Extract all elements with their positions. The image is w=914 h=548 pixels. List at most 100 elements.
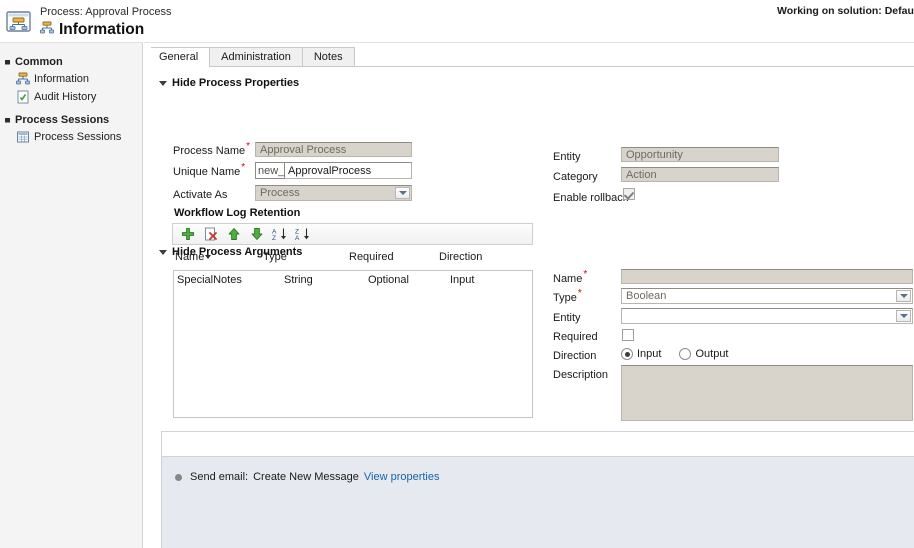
tab-administration[interactable]: Administration (209, 47, 303, 66)
workflow-step-row[interactable]: Send email: Create New Message View prop… (162, 469, 914, 485)
svg-text:A: A (295, 235, 300, 241)
argument-description-textarea[interactable] (621, 365, 913, 421)
move-up-button[interactable] (226, 226, 242, 242)
required-indicator: * (246, 141, 251, 153)
radio-input[interactable] (621, 348, 633, 360)
chevron-down-icon[interactable] (395, 187, 410, 199)
nav-group-label: Process Sessions (15, 114, 110, 126)
tab-label: Notes (313, 51, 343, 63)
arguments-toolbar: A Z Z A (172, 223, 533, 245)
step-value-label: Create New Message (253, 471, 359, 483)
chevron-down-icon[interactable] (896, 310, 911, 322)
nav-group-common[interactable]: Common (0, 54, 142, 70)
workflow-steps-list: Send email: Create New Message View prop… (162, 456, 914, 548)
entity-field: Opportunity (621, 147, 779, 162)
navigation-sidebar: Common Information Audit History Process… (0, 42, 143, 548)
cell-type: String (284, 273, 313, 286)
process-sessions-icon (16, 130, 30, 144)
arguments-grid[interactable]: SpecialNotes String Optional Input (173, 270, 533, 418)
view-properties-link[interactable]: View properties (364, 471, 440, 483)
nav-group-process-sessions[interactable]: Process Sessions (0, 112, 142, 128)
radio-label: Input (637, 348, 662, 360)
add-argument-button[interactable] (180, 226, 196, 242)
direction-radio-group: Input Output (621, 348, 729, 360)
direction-option-output[interactable]: Output (679, 348, 729, 360)
section-label: Hide Process Properties (172, 77, 300, 89)
argument-required-checkbox[interactable] (622, 329, 634, 341)
sort-caret-icon (205, 255, 212, 260)
sidebar-item-label: Audit History (34, 91, 97, 103)
chevron-down-icon[interactable] (896, 290, 911, 302)
label-activate-as: Activate As (173, 189, 228, 201)
cell-required: Optional (368, 273, 409, 286)
collapse-icon (4, 58, 13, 67)
required-indicator: * (583, 269, 588, 281)
label-argument-name: Name* (553, 269, 588, 285)
step-type-label: Send email: (190, 471, 249, 483)
radio-output[interactable] (679, 348, 692, 360)
tab-general[interactable]: General (151, 47, 211, 67)
argument-name-input[interactable] (621, 269, 913, 284)
process-arguments-panel: A Z Z A Name Type Required Direction Spe… (172, 223, 533, 418)
category-field: Action (621, 167, 779, 182)
unique-name-input[interactable]: ApprovalProcess (285, 162, 412, 179)
tab-strip: General Administration Notes (151, 47, 914, 67)
column-header-type[interactable]: Type (263, 251, 287, 263)
label-argument-entity: Entity (553, 312, 581, 324)
label-unique-name: Unique Name* (173, 162, 246, 178)
section-toggle-process-properties[interactable]: Hide Process Properties (159, 77, 299, 89)
tab-label: Administration (221, 51, 291, 63)
triangle-down-icon (159, 80, 167, 86)
activate-as-select[interactable]: Process (255, 185, 412, 201)
process-node-icon (16, 72, 30, 86)
arguments-column-headers: Name Type Required Direction (174, 251, 531, 267)
page-header: Process: Approval Process Information Wo… (0, 0, 914, 42)
label-argument-description: Description (553, 369, 609, 381)
radio-label: Output (695, 348, 729, 360)
required-indicator: * (241, 162, 246, 174)
label-entity: Entity (553, 151, 581, 163)
column-header-name[interactable]: Name (175, 251, 212, 263)
sort-ascending-button[interactable]: A Z (272, 226, 288, 242)
sidebar-item-audit-history[interactable]: Audit History (0, 88, 142, 106)
label-enable-rollback: Enable rollback (553, 192, 629, 204)
sidebar-item-label: Information (34, 73, 90, 85)
enable-rollback-checkbox[interactable] (623, 188, 635, 200)
cell-direction: Input (450, 273, 475, 286)
collapse-icon (4, 116, 13, 125)
step-bullet-icon (175, 473, 182, 481)
working-on-solution-label: Working on solution: Default Solution (777, 5, 914, 17)
activate-as-value: Process (260, 187, 300, 199)
sidebar-item-label: Process Sessions (34, 131, 122, 143)
direction-option-input[interactable]: Input (621, 348, 661, 360)
required-indicator: * (577, 288, 582, 300)
argument-type-value: Boolean (626, 290, 667, 302)
column-header-direction[interactable]: Direction (439, 251, 482, 263)
label-category: Category (553, 171, 598, 183)
label-argument-direction: Direction (553, 350, 597, 362)
page-title: Information (59, 21, 145, 38)
process-name-field[interactable]: Approval Process (255, 142, 412, 157)
svg-text:Z: Z (272, 235, 276, 241)
unique-name-field-group: new_ ApprovalProcess (255, 162, 412, 179)
header-titles: Process: Approval Process Information (40, 6, 171, 39)
table-row[interactable]: SpecialNotes String Optional Input (174, 271, 532, 288)
move-down-button[interactable] (249, 226, 265, 242)
workflow-steps-panel: Send email: Create New Message View prop… (161, 431, 914, 548)
cell-name: SpecialNotes (177, 273, 242, 286)
log-retention-heading: Workflow Log Retention (174, 207, 301, 219)
triangle-down-icon (159, 249, 167, 255)
column-header-required[interactable]: Required (349, 251, 394, 263)
sidebar-item-information[interactable]: Information (0, 70, 142, 88)
tab-label: General (159, 51, 199, 63)
argument-type-select[interactable]: Boolean (621, 288, 913, 304)
sidebar-item-process-sessions[interactable]: Process Sessions (0, 128, 142, 146)
tab-notes[interactable]: Notes (301, 47, 355, 66)
application-window: Process: Approval Process Information Wo… (0, 0, 914, 548)
nav-group-label: Common (15, 56, 63, 68)
breadcrumb-subtitle: Process: Approval Process (40, 6, 172, 18)
delete-argument-button[interactable] (203, 226, 219, 242)
label-argument-required: Required (553, 331, 598, 343)
sort-descending-button[interactable]: Z A (295, 226, 311, 242)
argument-entity-select[interactable] (621, 308, 913, 324)
